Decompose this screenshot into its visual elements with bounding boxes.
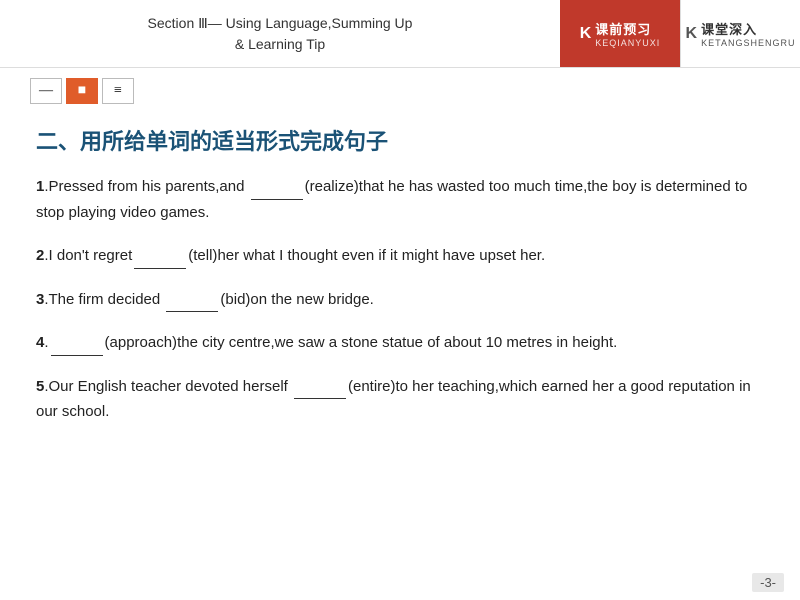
question-3: 3.The firm decided (bid)on the new bridg…: [36, 287, 764, 313]
toolbar: — ■ ≡: [0, 68, 800, 114]
q3-blank: [166, 296, 218, 312]
q5-blank: [294, 383, 346, 399]
page-number: -3-: [752, 573, 784, 592]
btn-left-text: 课前预习 KEQIANYUXI: [595, 19, 660, 48]
q5-before: .Our English teacher devoted herself: [44, 378, 292, 395]
q2-after: her what I thought even if it might have…: [217, 247, 545, 264]
q3-hint: (bid): [220, 291, 250, 308]
q4-hint: (approach): [105, 334, 178, 351]
k-icon-right: K: [686, 25, 698, 43]
q2-blank: [134, 253, 186, 269]
ketangshengru-button[interactable]: K 课堂深入 KETANGSHENGRU: [680, 0, 800, 67]
q4-before: .: [44, 334, 48, 351]
q2-before: .I don't regret: [44, 247, 132, 264]
q3-before: .The firm decided: [44, 291, 164, 308]
toolbar-btn-2[interactable]: ■: [66, 78, 98, 104]
question-5: 5.Our English teacher devoted herself (e…: [36, 374, 764, 425]
q2-hint: (tell): [188, 247, 217, 264]
btn-right-text: 课堂深入 KETANGSHENGRU: [701, 19, 795, 48]
q3-after: on the new bridge.: [250, 291, 373, 308]
content: 二、用所给单词的适当形式完成句子 1.Pressed from his pare…: [0, 114, 800, 463]
section-title: 二、用所给单词的适当形式完成句子: [36, 124, 764, 156]
toolbar-btn-1[interactable]: —: [30, 78, 62, 104]
q1-blank: [251, 184, 303, 200]
keqianyuxi-button[interactable]: K 课前预习 KEQIANYUXI: [560, 0, 680, 67]
q1-before: .Pressed from his parents,and: [44, 178, 248, 195]
question-2: 2.I don't regret(tell)her what I thought…: [36, 243, 764, 269]
header: Section Ⅲ— Using Language,Summing Up & L…: [0, 0, 800, 68]
toolbar-btn-3[interactable]: ≡: [102, 78, 134, 104]
header-title-text: Section Ⅲ— Using Language,Summing Up & L…: [148, 13, 413, 55]
k-icon-left: K: [580, 25, 592, 43]
q4-blank: [51, 340, 103, 356]
header-title: Section Ⅲ— Using Language,Summing Up & L…: [0, 0, 560, 67]
q5-hint: (entire): [348, 378, 396, 395]
q4-after: the city centre,we saw a stone statue of…: [177, 334, 617, 351]
q1-hint: (realize): [305, 178, 359, 195]
question-4: 4.(approach)the city centre,we saw a sto…: [36, 330, 764, 356]
question-1: 1.Pressed from his parents,and (realize)…: [36, 174, 764, 225]
